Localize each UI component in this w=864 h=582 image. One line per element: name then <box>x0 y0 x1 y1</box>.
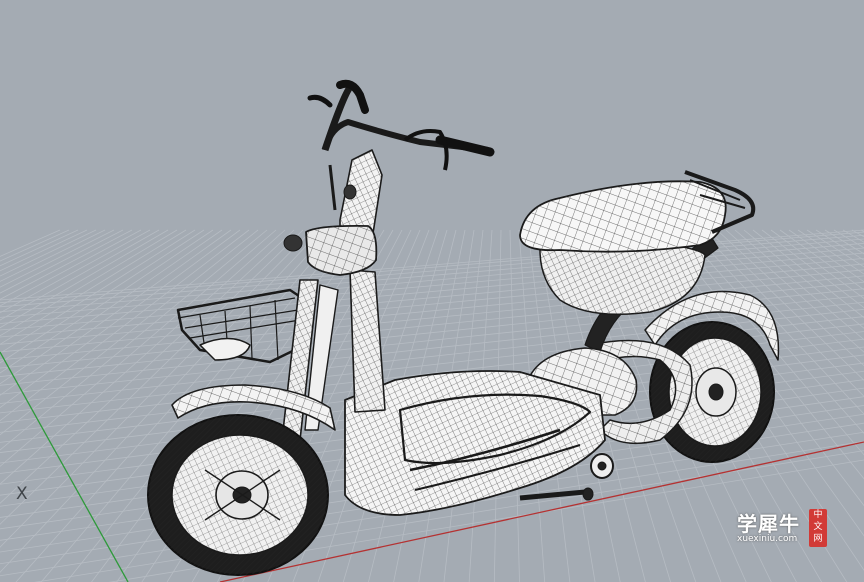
viewport-canvas[interactable] <box>0 0 864 582</box>
watermark-url: xuexiniu.com <box>737 534 798 544</box>
x-axis-label: X <box>16 484 28 504</box>
watermark-seal: 中文网 <box>809 509 827 547</box>
rhino-3d-viewport[interactable]: X 学犀牛 xuexiniu.com 中文网 <box>0 0 864 582</box>
kickstand <box>519 489 586 501</box>
rear-wheel[interactable] <box>649 321 775 463</box>
watermark-brand: 学犀牛 <box>737 512 800 536</box>
watermark-logo: 学犀牛 xuexiniu.com 中文网 <box>733 506 829 548</box>
front-wheel[interactable] <box>147 414 329 576</box>
watermark-seal-text: 中文网 <box>813 510 823 544</box>
